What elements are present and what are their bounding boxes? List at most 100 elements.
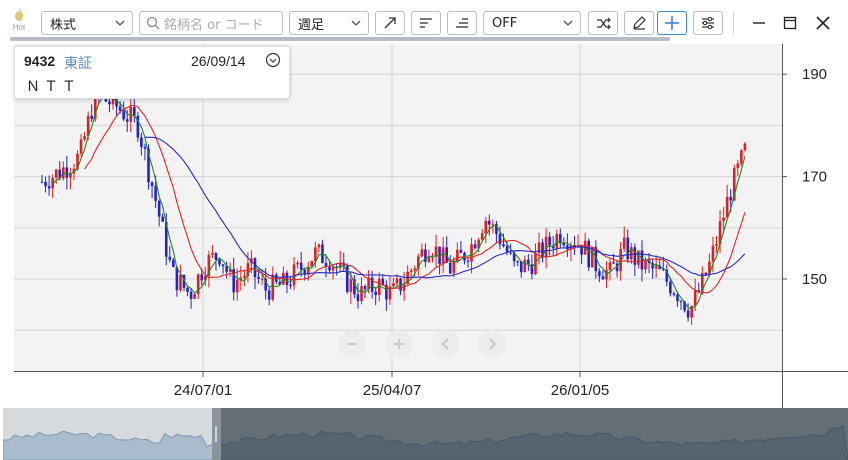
sliders-icon	[702, 17, 714, 29]
y-tick-label: 190	[802, 66, 827, 83]
flame-icon	[15, 8, 23, 21]
trend-line-button[interactable]	[375, 11, 405, 35]
candle-body	[235, 279, 239, 293]
candle-body	[725, 196, 729, 218]
minimize-button[interactable]	[748, 12, 770, 34]
market-select[interactable]: 株式	[41, 11, 133, 35]
collapse-toggle[interactable]	[265, 52, 281, 68]
candle-body	[459, 249, 463, 253]
candle-body	[257, 277, 260, 280]
candle-body	[296, 262, 299, 265]
candle-body	[65, 167, 69, 178]
candle-body	[413, 268, 417, 271]
candle-body	[740, 150, 743, 164]
chevron-circle-down-icon	[265, 52, 281, 68]
toolbar-divider	[733, 12, 734, 34]
candle-body	[90, 115, 93, 119]
chevron-right-icon	[489, 338, 497, 350]
scroll-right-button[interactable]	[478, 330, 506, 358]
maximize-button[interactable]	[779, 12, 801, 34]
candle-body	[637, 250, 640, 265]
chevron-down-icon	[114, 20, 126, 26]
candle-body	[299, 262, 303, 270]
candle-body	[349, 279, 353, 292]
candle-body	[79, 139, 83, 154]
candle-body	[626, 237, 630, 260]
candle-body	[360, 286, 363, 301]
chevron-left-icon	[441, 338, 449, 350]
candle-body	[314, 247, 317, 262]
search-icon	[146, 16, 160, 30]
candle-body	[143, 147, 147, 149]
settings-button[interactable]	[693, 11, 723, 35]
candle-body	[179, 275, 182, 291]
zoom-in-button[interactable]	[385, 330, 413, 358]
scroll-left-button[interactable]	[432, 330, 460, 358]
search-input[interactable]: 銘柄名 or コード	[139, 11, 283, 35]
indicator-select[interactable]: OFF	[483, 11, 581, 35]
toolbar: Hot 株式 銘柄名 or コード 週足 OFF	[0, 0, 848, 44]
candle-body	[516, 261, 519, 263]
candle-body	[498, 234, 502, 245]
candle-body	[452, 261, 456, 274]
crosshair-button[interactable]	[657, 11, 687, 35]
candle-body	[189, 291, 193, 300]
candle-body	[466, 260, 470, 262]
x-tick-label: 24/07/01	[174, 382, 232, 399]
candle-body	[374, 291, 377, 296]
candle-body	[441, 247, 445, 264]
candle-body	[395, 278, 399, 284]
toolbar-scrollbar[interactable]	[10, 37, 670, 41]
candle-body	[54, 169, 58, 178]
candle-body	[154, 186, 157, 201]
candle-body	[289, 284, 292, 286]
period-select[interactable]: 週足	[289, 11, 369, 35]
candle-body	[456, 249, 459, 262]
candle-body	[633, 247, 637, 265]
search-placeholder: 銘柄名 or コード	[164, 17, 264, 33]
x-tick-label: 25/04/07	[363, 382, 421, 399]
range-navigator-svg	[2, 408, 848, 460]
candle-body	[409, 270, 413, 272]
hot-button[interactable]: Hot	[6, 8, 32, 38]
candle-body	[722, 217, 725, 222]
shuffle-icon	[596, 17, 611, 29]
candle-body	[612, 262, 615, 264]
period-select-value: 週足	[298, 17, 325, 33]
candle-body	[480, 233, 484, 240]
candle-body	[704, 272, 708, 275]
candle-body	[122, 110, 125, 120]
draw-button[interactable]	[624, 11, 654, 35]
candle-body	[743, 143, 747, 151]
maximize-icon	[783, 16, 797, 30]
candle-body	[473, 244, 477, 249]
close-button[interactable]	[812, 12, 834, 34]
y-tick-label: 150	[802, 271, 827, 288]
candle-body	[118, 106, 122, 111]
pencil-icon	[633, 16, 646, 30]
candle-body	[267, 290, 271, 300]
candle-body	[654, 265, 658, 269]
candle-body	[686, 310, 690, 318]
candle-body	[669, 281, 672, 294]
candle-body	[608, 262, 612, 270]
stock-date: 26/09/14	[191, 53, 246, 69]
candle-body	[672, 293, 676, 295]
candle-body	[363, 286, 367, 290]
shuffle-button[interactable]	[588, 11, 618, 35]
candle-body	[193, 294, 196, 300]
stock-code: 9432	[24, 53, 56, 69]
sort-ascending-button[interactable]	[411, 11, 441, 35]
plus-icon	[394, 339, 404, 349]
sort-descending-button[interactable]	[447, 11, 477, 35]
candle-body	[590, 247, 594, 268]
navigator-selected-window	[217, 408, 848, 460]
candle-body	[133, 106, 136, 116]
zoom-out-button[interactable]	[338, 330, 366, 358]
candle-body	[427, 257, 431, 262]
range-navigator[interactable]	[2, 408, 848, 460]
candle-body	[548, 236, 551, 246]
candle-body	[356, 294, 360, 301]
candle-body	[420, 249, 424, 257]
candle-body	[243, 275, 246, 278]
